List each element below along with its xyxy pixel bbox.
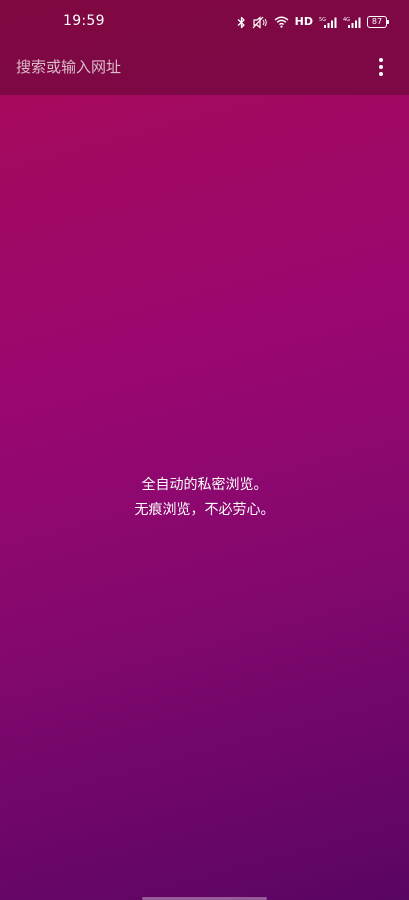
incognito-line-1: 全自动的私密浏览。 <box>141 477 268 493</box>
signal-4g-icon: 4G <box>343 16 361 29</box>
incognito-line-2: 无痕浏览，不必劳心。 <box>134 502 275 518</box>
hd-label: HD <box>294 15 313 28</box>
svg-text:4G: 4G <box>343 17 350 23</box>
status-bar: 19:59 HD 5G 4G 87 <box>0 0 409 44</box>
mute-vibrate-icon <box>252 15 268 29</box>
more-vertical-icon-dot <box>379 65 383 69</box>
search-input[interactable]: 搜索或输入网址 <box>16 56 346 78</box>
svg-text:5G: 5G <box>319 17 326 23</box>
search-bar: 搜索或输入网址 <box>0 44 409 95</box>
more-vertical-icon-dot <box>379 72 383 76</box>
more-options-button[interactable] <box>371 55 391 79</box>
signal-5g-icon: 5G <box>319 16 337 29</box>
battery-icon: 87 <box>367 16 389 28</box>
browser-screen: 19:59 HD 5G 4G 87 搜索或输入网址 全自动的私密浏览。 无痕浏览… <box>0 0 409 900</box>
more-vertical-icon <box>379 58 383 62</box>
status-icons: HD 5G 4G 87 <box>237 14 389 30</box>
bluetooth-icon <box>237 16 246 29</box>
incognito-message: 全自动的私密浏览。 无痕浏览，不必劳心。 <box>0 473 409 523</box>
clock: 19:59 <box>63 13 105 29</box>
wifi-icon <box>274 16 289 28</box>
